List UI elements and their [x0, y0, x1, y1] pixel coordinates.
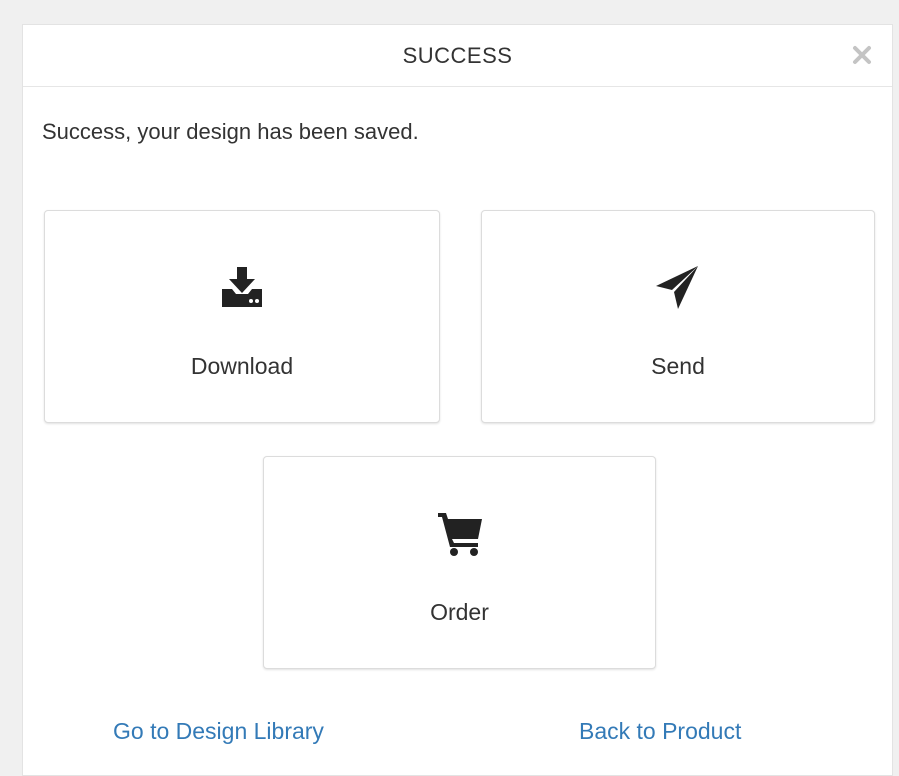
order-label: Order: [430, 599, 489, 625]
design-library-link[interactable]: Go to Design Library: [113, 718, 324, 745]
paper-plane-icon: [656, 266, 698, 309]
order-button[interactable]: Order: [263, 456, 656, 669]
success-message: Success, your design has been saved.: [42, 119, 419, 144]
close-icon: [853, 46, 871, 64]
success-dialog: SUCCESS Success, your design has been sa…: [22, 24, 893, 776]
shopping-cart-icon: [437, 513, 482, 556]
download-icon: [222, 267, 262, 307]
back-to-product-link[interactable]: Back to Product: [579, 718, 741, 745]
close-button[interactable]: [848, 41, 876, 69]
send-button[interactable]: Send: [481, 210, 875, 423]
dialog-header: SUCCESS: [23, 25, 892, 87]
send-label: Send: [651, 353, 705, 379]
download-label: Download: [190, 353, 294, 379]
download-button[interactable]: Download: [44, 210, 440, 423]
dialog-title: SUCCESS: [402, 43, 513, 68]
